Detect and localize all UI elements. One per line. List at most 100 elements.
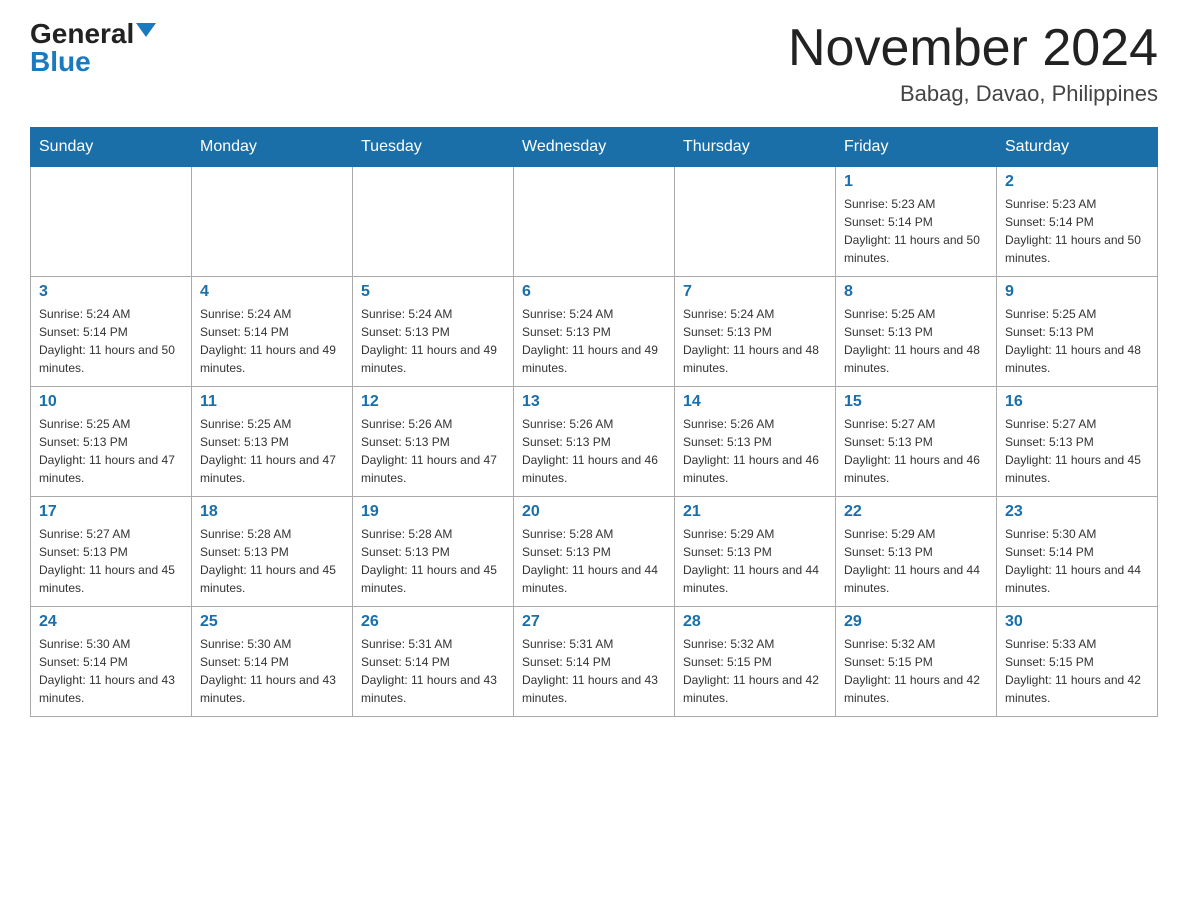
logo-blue-text: Blue xyxy=(30,48,91,76)
day-number: 8 xyxy=(844,283,988,301)
logo-general-text: General xyxy=(30,20,134,48)
calendar-cell xyxy=(31,167,192,277)
calendar-cell: 25Sunrise: 5:30 AM Sunset: 5:14 PM Dayli… xyxy=(192,607,353,717)
calendar-table: SundayMondayTuesdayWednesdayThursdayFrid… xyxy=(30,127,1158,717)
calendar-header-saturday: Saturday xyxy=(997,128,1158,167)
calendar-cell: 12Sunrise: 5:26 AM Sunset: 5:13 PM Dayli… xyxy=(353,387,514,497)
calendar-cell: 19Sunrise: 5:28 AM Sunset: 5:13 PM Dayli… xyxy=(353,497,514,607)
month-title: November 2024 xyxy=(788,20,1158,77)
calendar-cell: 10 Sunrise: 5:25 AM Sunset: 5:13 PM Dayli… xyxy=(31,387,192,497)
day-number: 1 xyxy=(844,173,988,191)
day-number: 21 xyxy=(683,503,827,521)
day-number: 27 xyxy=(522,613,666,631)
day-number: 2 xyxy=(1005,173,1149,191)
day-info: Sunrise: 5:32 AM Sunset: 5:15 PM Dayligh… xyxy=(683,635,827,707)
calendar-cell: 14 Sunrise: 5:26 AM Sunset: 5:13 PM Dayli… xyxy=(675,387,836,497)
page-header: General Blue November 2024 Babag, Davao,… xyxy=(30,20,1158,107)
calendar-cell: 6 Sunrise: 5:24 AM Sunset: 5:13 PM Daylig… xyxy=(514,277,675,387)
day-number: 6 xyxy=(522,283,666,301)
calendar-cell: 28 Sunrise: 5:32 AM Sunset: 5:15 PM Dayli… xyxy=(675,607,836,717)
day-info: Sunrise: 5:28 AM Sunset: 5:13 PM Dayligh… xyxy=(522,525,666,597)
title-area: November 2024 Babag, Davao, Philippines xyxy=(788,20,1158,107)
day-number: 20 xyxy=(522,503,666,521)
day-info: Sunrise: 5:31 AM Sunset: 5:14 PM Dayligh… xyxy=(361,635,505,707)
calendar-cell: 20 Sunrise: 5:28 AM Sunset: 5:13 PM Dayli… xyxy=(514,497,675,607)
day-number: 13 xyxy=(522,393,666,411)
day-info: Sunrise: 5:24 AM Sunset: 5:13 PM Dayligh… xyxy=(361,305,505,377)
calendar-cell: 5 Sunrise: 5:24 AM Sunset: 5:13 PM Daylig… xyxy=(353,277,514,387)
calendar-cell xyxy=(514,167,675,277)
calendar-cell: 7Sunrise: 5:24 AM Sunset: 5:13 PM Daylig… xyxy=(675,277,836,387)
calendar-cell: 29 Sunrise: 5:32 AM Sunset: 5:15 PM Dayli… xyxy=(836,607,997,717)
calendar-header-monday: Monday xyxy=(192,128,353,167)
day-info: Sunrise: 5:25 AM Sunset: 5:13 PM Dayligh… xyxy=(1005,305,1149,377)
day-number: 17 xyxy=(39,503,183,521)
day-info: Sunrise: 5:25 AM Sunset: 5:13 PM Dayligh… xyxy=(844,305,988,377)
calendar-cell: 3Sunrise: 5:24 AM Sunset: 5:14 PM Daylig… xyxy=(31,277,192,387)
day-number: 28 xyxy=(683,613,827,631)
calendar-cell: 11 Sunrise: 5:25 AM Sunset: 5:13 PM Dayli… xyxy=(192,387,353,497)
day-info: Sunrise: 5:30 AM Sunset: 5:14 PM Dayligh… xyxy=(1005,525,1149,597)
day-info: Sunrise: 5:23 AM Sunset: 5:14 PM Dayligh… xyxy=(844,195,988,267)
day-info: Sunrise: 5:32 AM Sunset: 5:15 PM Dayligh… xyxy=(844,635,988,707)
day-info: Sunrise: 5:30 AM Sunset: 5:14 PM Dayligh… xyxy=(200,635,344,707)
day-number: 11 xyxy=(200,393,344,411)
day-number: 3 xyxy=(39,283,183,301)
day-number: 5 xyxy=(361,283,505,301)
calendar-week-2: 3 Sunrise: 5:24 AM Sunset: 5:14 PM Daylig… xyxy=(31,277,1158,387)
calendar-week-1: 1 Sunrise: 5:23 AM Sunset: 5:14 PM Daylig… xyxy=(31,167,1158,277)
calendar-header-sunday: Sunday xyxy=(31,128,192,167)
day-number: 14 xyxy=(683,393,827,411)
day-number: 9 xyxy=(1005,283,1149,301)
calendar-cell: 9 Sunrise: 5:25 AM Sunset: 5:13 PM Daylig… xyxy=(997,277,1158,387)
calendar-header-tuesday: Tuesday xyxy=(353,128,514,167)
day-info: Sunrise: 5:26 AM Sunset: 5:13 PM Dayligh… xyxy=(683,415,827,487)
calendar-cell: 24 Sunrise: 5:30 AM Sunset: 5:14 PM Dayli… xyxy=(31,607,192,717)
day-number: 12 xyxy=(361,393,505,411)
day-info: Sunrise: 5:33 AM Sunset: 5:15 PM Dayligh… xyxy=(1005,635,1149,707)
calendar-cell xyxy=(675,167,836,277)
calendar-cell: 21 Sunrise: 5:29 AM Sunset: 5:13 PM Dayli… xyxy=(675,497,836,607)
calendar-cell: 22Sunrise: 5:29 AM Sunset: 5:13 PM Dayli… xyxy=(836,497,997,607)
day-number: 10 xyxy=(39,393,183,411)
calendar-cell: 30Sunrise: 5:33 AM Sunset: 5:15 PM Dayli… xyxy=(997,607,1158,717)
day-info: Sunrise: 5:27 AM Sunset: 5:13 PM Dayligh… xyxy=(1005,415,1149,487)
day-info: Sunrise: 5:23 AM Sunset: 5:14 PM Dayligh… xyxy=(1005,195,1149,267)
calendar-cell: 17Sunrise: 5:27 AM Sunset: 5:13 PM Dayli… xyxy=(31,497,192,607)
day-number: 23 xyxy=(1005,503,1149,521)
calendar-week-4: 17Sunrise: 5:27 AM Sunset: 5:13 PM Dayli… xyxy=(31,497,1158,607)
day-info: Sunrise: 5:25 AM Sunset: 5:13 PM Dayligh… xyxy=(200,415,344,487)
logo-triangle-icon xyxy=(136,23,156,37)
day-number: 4 xyxy=(200,283,344,301)
location-title: Babag, Davao, Philippines xyxy=(788,81,1158,107)
calendar-header-thursday: Thursday xyxy=(675,128,836,167)
day-number: 15 xyxy=(844,393,988,411)
calendar-cell: 16 Sunrise: 5:27 AM Sunset: 5:13 PM Dayli… xyxy=(997,387,1158,497)
calendar-cell: 2 Sunrise: 5:23 AM Sunset: 5:14 PM Daylig… xyxy=(997,167,1158,277)
day-info: Sunrise: 5:24 AM Sunset: 5:14 PM Dayligh… xyxy=(200,305,344,377)
logo: General Blue xyxy=(30,20,156,76)
day-info: Sunrise: 5:31 AM Sunset: 5:14 PM Dayligh… xyxy=(522,635,666,707)
calendar-cell: 18 Sunrise: 5:28 AM Sunset: 5:13 PM Dayli… xyxy=(192,497,353,607)
day-info: Sunrise: 5:24 AM Sunset: 5:13 PM Dayligh… xyxy=(522,305,666,377)
day-info: Sunrise: 5:28 AM Sunset: 5:13 PM Dayligh… xyxy=(200,525,344,597)
day-number: 29 xyxy=(844,613,988,631)
day-info: Sunrise: 5:29 AM Sunset: 5:13 PM Dayligh… xyxy=(683,525,827,597)
calendar-cell xyxy=(192,167,353,277)
calendar-cell: 4 Sunrise: 5:24 AM Sunset: 5:14 PM Daylig… xyxy=(192,277,353,387)
day-info: Sunrise: 5:29 AM Sunset: 5:13 PM Dayligh… xyxy=(844,525,988,597)
day-info: Sunrise: 5:30 AM Sunset: 5:14 PM Dayligh… xyxy=(39,635,183,707)
day-number: 18 xyxy=(200,503,344,521)
day-number: 7 xyxy=(683,283,827,301)
day-number: 24 xyxy=(39,613,183,631)
calendar-cell: 26 Sunrise: 5:31 AM Sunset: 5:14 PM Dayli… xyxy=(353,607,514,717)
day-info: Sunrise: 5:28 AM Sunset: 5:13 PM Dayligh… xyxy=(361,525,505,597)
day-info: Sunrise: 5:27 AM Sunset: 5:13 PM Dayligh… xyxy=(844,415,988,487)
day-number: 16 xyxy=(1005,393,1149,411)
day-info: Sunrise: 5:25 AM Sunset: 5:13 PM Dayligh… xyxy=(39,415,183,487)
calendar-cell: 1 Sunrise: 5:23 AM Sunset: 5:14 PM Daylig… xyxy=(836,167,997,277)
day-number: 26 xyxy=(361,613,505,631)
calendar-header-wednesday: Wednesday xyxy=(514,128,675,167)
calendar-cell: 15 Sunrise: 5:27 AM Sunset: 5:13 PM Dayli… xyxy=(836,387,997,497)
calendar-header-row: SundayMondayTuesdayWednesdayThursdayFrid… xyxy=(31,128,1158,167)
